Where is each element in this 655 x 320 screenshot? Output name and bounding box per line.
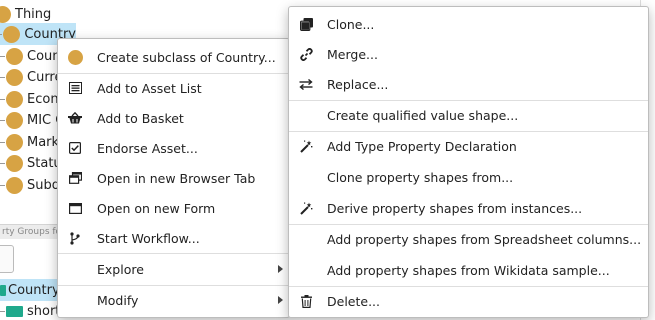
class-icon	[3, 25, 21, 43]
menu-item-add-from-wikidata[interactable]: Add property shapes from Wikidata sample…	[289, 255, 648, 285]
menu-item-add-from-spreadsheet[interactable]: Add property shapes from Spreadsheet col…	[289, 224, 648, 254]
class-icon	[6, 90, 23, 108]
modify-submenu: Clone... Merge... Replace... Create qual…	[288, 6, 649, 318]
trash-icon	[298, 293, 314, 309]
class-icon	[6, 68, 23, 86]
class-icon	[6, 47, 23, 65]
menu-item-explore[interactable]: Explore	[58, 254, 289, 284]
menu-item-clone-property-shapes[interactable]: Clone property shapes from...	[289, 162, 648, 192]
menu-item-add-to-basket[interactable]: Add to Basket	[58, 103, 289, 133]
tree-connector	[0, 76, 5, 78]
menu-item-label: Add to Basket	[97, 110, 184, 126]
menu-item-create-qualified-value-shape[interactable]: Create qualified value shape...	[289, 100, 648, 130]
property-row[interactable]: short	[0, 300, 60, 320]
swap-icon	[298, 76, 314, 92]
checkbox-icon	[67, 140, 83, 156]
tree-connector	[0, 141, 5, 143]
menu-item-add-to-asset-list[interactable]: Add to Asset List	[58, 73, 289, 103]
menu-item-derive-property-shapes[interactable]: Derive property shapes from instances...	[289, 193, 648, 223]
tree-item[interactable]: Curre	[0, 66, 63, 88]
menu-item-label: Open on new Form	[97, 200, 216, 216]
menu-item-label: Add property shapes from Spreadsheet col…	[327, 231, 642, 247]
basket-icon	[67, 110, 83, 126]
tree-item[interactable]: Subd	[0, 174, 60, 196]
menu-item-open-new-form[interactable]: Open on new Form	[58, 193, 289, 223]
tree-connector	[0, 55, 5, 57]
form-icon	[67, 200, 83, 216]
magic-wand-icon	[298, 200, 314, 216]
menu-item-label: Endorse Asset...	[97, 140, 198, 156]
menu-item-label: Add property shapes from Wikidata sample…	[327, 262, 610, 278]
context-menu: Create subclass of Country... Add to Ass…	[57, 38, 290, 318]
menu-item-label: Add Type Property Declaration	[327, 138, 517, 154]
property-row-label: Country	[8, 282, 60, 298]
list-icon	[67, 80, 83, 96]
tree-item-label: Subd	[27, 177, 60, 193]
property-type-icon	[6, 305, 23, 317]
class-icon	[0, 5, 11, 23]
tree-item[interactable]: Statu	[0, 152, 62, 174]
class-circle-icon	[67, 49, 83, 65]
menu-item-add-type-property-declaration[interactable]: Add Type Property Declaration	[289, 131, 648, 161]
submenu-arrow-icon	[278, 296, 283, 304]
menu-item-label: Merge...	[327, 46, 378, 62]
menu-item-start-workflow[interactable]: Start Workflow...	[58, 223, 289, 253]
tree-root-row[interactable]: Thing	[0, 3, 51, 25]
menu-item-merge[interactable]: Merge...	[289, 39, 648, 69]
tree-connector	[0, 33, 3, 35]
class-icon	[6, 154, 23, 172]
property-row-country[interactable]: Country	[0, 279, 60, 301]
new-tab-icon	[67, 170, 83, 186]
menu-item-delete[interactable]: Delete...	[289, 286, 648, 316]
tree-connector	[0, 98, 5, 100]
workflow-icon	[67, 230, 83, 246]
clone-icon	[298, 16, 314, 32]
tree-item-label: Coun	[27, 48, 61, 64]
menu-item-label: Add to Asset List	[97, 80, 202, 96]
panel-button[interactable]	[0, 245, 14, 273]
property-row-label: short	[27, 303, 61, 319]
menu-item-modify[interactable]: Modify	[58, 285, 289, 315]
tree-connector	[0, 310, 5, 312]
menu-item-label: Start Workflow...	[97, 230, 200, 246]
tree-root-label: Thing	[15, 6, 52, 22]
menu-item-clone[interactable]: Clone...	[289, 9, 648, 39]
menu-item-label: Clone...	[327, 16, 375, 32]
class-icon	[6, 176, 23, 194]
menu-item-label: Replace...	[327, 76, 389, 92]
menu-item-open-browser-tab[interactable]: Open in new Browser Tab	[58, 163, 289, 193]
menu-item-label: Explore	[97, 261, 144, 277]
link-icon	[298, 46, 314, 62]
menu-item-label: Open in new Browser Tab	[97, 170, 256, 186]
tree-connector	[0, 184, 5, 186]
menu-item-label: Clone property shapes from...	[327, 169, 514, 185]
menu-item-label: Create subclass of Country...	[97, 49, 276, 65]
class-icon	[6, 133, 23, 151]
menu-item-label: Create qualified value shape...	[327, 107, 519, 123]
magic-wand-icon	[298, 138, 314, 154]
tree-connector	[0, 119, 5, 121]
tree-item-label: Mark	[27, 134, 60, 150]
menu-item-label: Delete...	[327, 293, 380, 309]
tree-item[interactable]: Mark	[0, 131, 59, 153]
class-icon	[6, 111, 23, 129]
tree-connector	[0, 162, 5, 164]
submenu-arrow-icon	[278, 265, 283, 273]
menu-item-endorse-asset[interactable]: Endorse Asset...	[58, 133, 289, 163]
menu-item-label: Derive property shapes from instances...	[327, 200, 583, 216]
menu-item-label: Modify	[97, 292, 139, 308]
tree-item[interactable]: Coun	[0, 45, 61, 67]
tree-item[interactable]: MIC C	[0, 109, 64, 131]
menu-item-create-subclass[interactable]: Create subclass of Country...	[58, 42, 289, 72]
menu-item-replace[interactable]: Replace...	[289, 69, 648, 99]
property-type-icon	[0, 284, 6, 296]
